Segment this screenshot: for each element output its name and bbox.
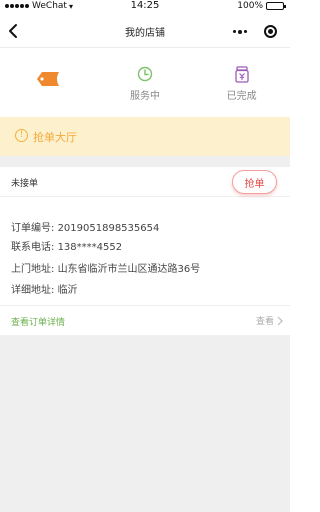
address-label: 上门地址: — [11, 264, 55, 275]
status-bar: WeChat ▾ 14:25 100% — [0, 0, 290, 14]
detail-address-row: 详细地址: 临沂 — [11, 281, 78, 296]
address-row: 上门地址: 山东省临沂市兰山区通达路36号 — [11, 260, 200, 275]
section-divider — [0, 156, 290, 167]
grab-hall-banner: ! 抢单大厅 — [0, 117, 290, 156]
tab-label: 服务中 — [130, 91, 160, 102]
phone-value: 138****4552 — [57, 242, 123, 253]
view-order-details-link[interactable]: 查看订单详情 — [11, 315, 65, 328]
grab-order-button[interactable]: 抢单 — [232, 170, 277, 194]
banner-title: 抢单大厅 — [33, 131, 77, 144]
close-target-icon[interactable] — [261, 22, 280, 41]
order-status: 未接单 — [11, 179, 39, 189]
order-card: 未接单 抢单 订单编号: 2019051898535654 联系电话: 138*… — [0, 167, 290, 335]
battery-icon — [266, 2, 286, 10]
yen-jar-icon — [235, 66, 249, 83]
phone-row: 联系电话: 138****4552 — [11, 238, 122, 253]
battery-percent: 100% — [237, 1, 263, 11]
detail-address-label: 详细地址: — [11, 285, 55, 296]
tab-completed[interactable]: 已完成 — [193, 48, 290, 117]
address-value: 山东省临沂市兰山区通达路36号 — [57, 264, 201, 275]
order-number-row: 订单编号: 2019051898535654 — [11, 219, 159, 234]
phone-label: 联系电话: — [11, 242, 55, 253]
order-number-value: 2019051898535654 — [57, 223, 160, 234]
view-button[interactable]: 查看 — [256, 314, 283, 327]
mini-program-capsule — [228, 22, 280, 41]
tag-icon — [37, 72, 60, 86]
chevron-right-icon — [277, 316, 283, 325]
order-status-tabs: 服务中 已完成 — [0, 48, 290, 117]
more-options-icon[interactable] — [228, 22, 252, 41]
battery-indicator: 100% — [237, 1, 286, 11]
order-card-footer: 查看订单详情 查看 — [0, 305, 290, 335]
tab-label: 已完成 — [226, 91, 257, 102]
info-icon: ! — [15, 129, 28, 142]
navigation-bar: 我的店铺 — [0, 14, 290, 48]
view-label: 查看 — [255, 317, 274, 327]
order-number-label: 订单编号: — [11, 223, 55, 234]
tab-pending[interactable] — [0, 48, 97, 117]
empty-background — [0, 335, 290, 512]
order-card-header: 未接单 抢单 — [0, 167, 290, 197]
detail-address-value: 临沂 — [57, 285, 78, 296]
tab-in-service[interactable]: 服务中 — [97, 48, 194, 117]
clock-icon — [137, 66, 153, 82]
